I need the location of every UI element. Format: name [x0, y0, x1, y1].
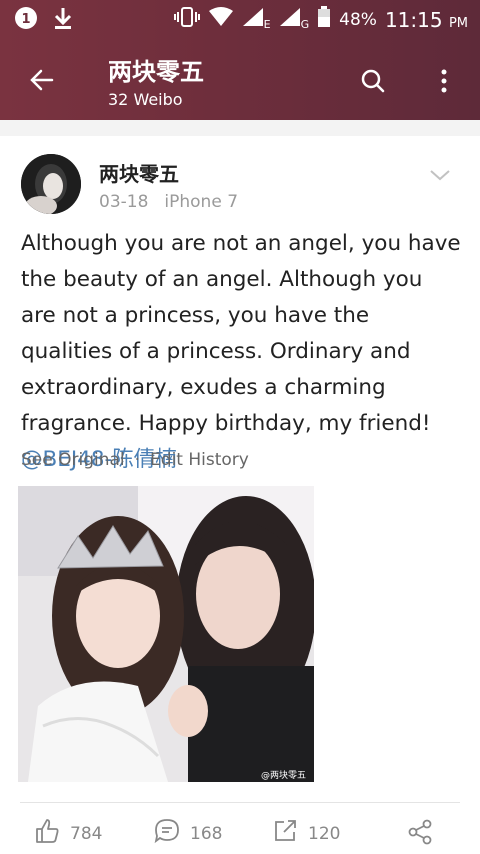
- link-separator: ·: [134, 450, 141, 470]
- signal-icon: [242, 7, 264, 32]
- avatar[interactable]: [21, 154, 81, 214]
- post-links: See Original · Edit History: [21, 450, 249, 470]
- comment-count: 168: [190, 823, 223, 844]
- wifi-icon: [208, 7, 234, 32]
- network-g-label: G: [300, 18, 310, 31]
- chevron-down-icon: [428, 169, 452, 188]
- search-button[interactable]: [358, 66, 388, 96]
- back-button[interactable]: [22, 62, 62, 98]
- notification-icon: 1: [14, 6, 38, 34]
- edit-history-link[interactable]: Edit History: [150, 450, 249, 470]
- like-count: 784: [70, 823, 103, 844]
- title-bar: 两块零五 32 Weibo: [0, 40, 480, 120]
- post-text: Although you are not an angel, you have …: [21, 226, 461, 478]
- weibo-count: 32 Weibo: [108, 90, 183, 109]
- svg-text:1: 1: [21, 12, 30, 27]
- more-vertical-icon: [432, 69, 456, 102]
- more-options-button[interactable]: [432, 64, 456, 98]
- search-icon: [358, 69, 388, 100]
- clock: 11:15 PM: [384, 7, 468, 32]
- author-name[interactable]: 两块零五: [99, 158, 179, 187]
- page-title: 两块零五: [108, 58, 204, 86]
- post-menu-button[interactable]: [428, 166, 452, 184]
- post-photo[interactable]: @两块零五: [18, 486, 314, 782]
- comment-button[interactable]: 168: [154, 818, 222, 849]
- repost-button[interactable]: 120: [272, 818, 340, 849]
- post-date: 03-18: [99, 192, 149, 212]
- vibrate-icon: [173, 6, 200, 33]
- back-arrow-icon: [22, 69, 62, 102]
- status-bar: 1 E G 48% 11:15 PM: [0, 0, 480, 38]
- signal-icon: [279, 7, 301, 32]
- download-icon: [52, 6, 74, 34]
- comment-icon: [154, 818, 180, 849]
- network-e-label: E: [263, 18, 271, 31]
- weibo-post-card: 两块零五 03-18 iPhone 7 Although you are not…: [0, 136, 480, 854]
- post-device: iPhone 7: [164, 192, 239, 212]
- action-bar: 784 168 120: [0, 818, 480, 854]
- like-button[interactable]: 784: [34, 818, 102, 849]
- post-body: Although you are not an angel, you have …: [21, 231, 461, 436]
- thumbs-up-icon: [34, 818, 60, 849]
- share-icon: [406, 818, 434, 851]
- divider: [20, 802, 460, 803]
- battery-icon: [317, 6, 331, 33]
- repost-count: 120: [308, 823, 341, 844]
- post-meta: 03-18 iPhone 7: [99, 192, 238, 212]
- photo-watermark: @两块零五: [261, 769, 306, 781]
- repost-icon: [272, 818, 298, 849]
- app-header: 1 E G 48% 11:15 PM 两块零五 32 Weibo: [0, 0, 480, 120]
- see-original-link[interactable]: See Original: [21, 450, 125, 470]
- share-button[interactable]: [406, 818, 434, 851]
- battery-percent: 48%: [339, 9, 377, 30]
